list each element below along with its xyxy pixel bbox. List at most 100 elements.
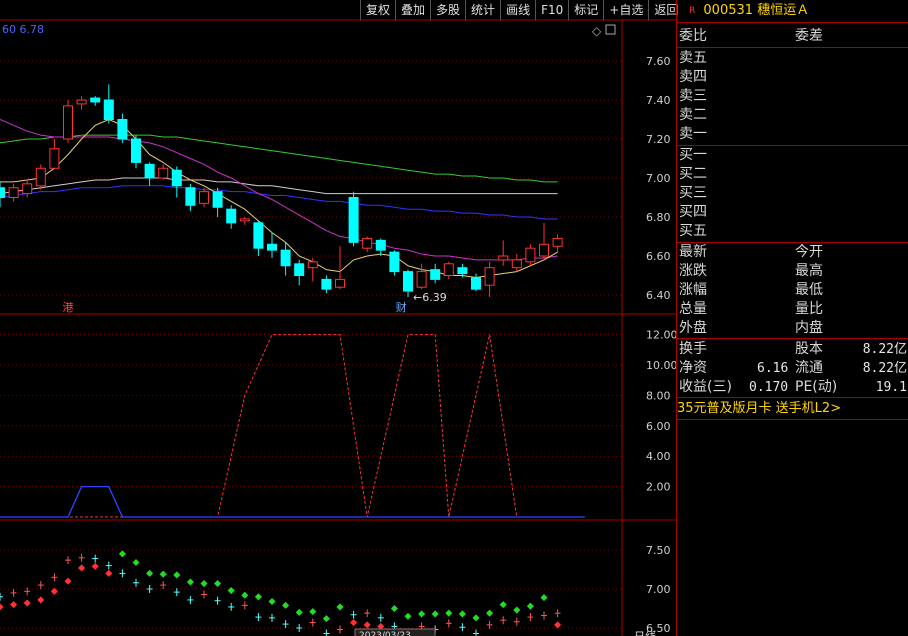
sar-dot <box>472 614 480 622</box>
add-watchlist-button[interactable]: +自选 <box>603 0 648 20</box>
sell-3-label: 卖三 <box>679 88 707 104</box>
divider <box>677 338 908 339</box>
capital-value: 8.22亿 <box>862 342 907 357</box>
ma-line-yellow <box>0 118 558 278</box>
open-label: 今开 <box>795 244 823 260</box>
inner-label: 内盘 <box>795 320 823 336</box>
duogu-button[interactable]: 多股 <box>430 0 465 20</box>
diamond-icon: ◇ <box>592 24 602 38</box>
sar-dot <box>336 603 344 611</box>
ma-line-white <box>0 177 558 195</box>
main-y-tick-label: 6.40 <box>646 289 671 302</box>
indicator-y-tick-label: 4.00 <box>646 450 671 463</box>
float-label: 流通 <box>795 360 823 376</box>
sar-dot <box>363 621 371 629</box>
promo-link[interactable]: 35元普及版月卡 送手机L2> <box>677 399 841 418</box>
candle-body <box>63 105 73 140</box>
sar-dot <box>0 603 4 611</box>
tongji-button[interactable]: 统计 <box>465 0 500 20</box>
volume-label: 总量 <box>679 301 707 317</box>
indicator-y-tick-label: 10.00 <box>646 359 676 372</box>
sar-dot <box>540 594 548 602</box>
sar-dot <box>499 601 507 609</box>
biaoji-button[interactable]: 标记 <box>568 0 603 20</box>
candle-body <box>280 249 291 267</box>
change-pct-label: 涨幅 <box>679 282 707 298</box>
candle-body <box>117 119 128 140</box>
candle-body <box>457 267 468 275</box>
sar-dot <box>37 596 45 604</box>
sar-dot <box>458 610 466 618</box>
ma-line-magenta <box>0 119 558 261</box>
candle-body <box>171 169 182 187</box>
pe-value: 19.1 <box>875 380 907 395</box>
net-assets-value: 6.16 <box>757 361 789 376</box>
pe-label: PE(动) <box>795 379 838 395</box>
high-label: 最高 <box>795 263 823 279</box>
stock-name: 穗恒运Ａ <box>757 3 810 18</box>
main-y-tick-label: 7.20 <box>646 133 671 146</box>
candle-body <box>525 247 536 263</box>
sar-dot <box>214 580 222 588</box>
buy-5-label: 买五 <box>679 223 707 239</box>
maximize-icon <box>605 24 616 35</box>
sar-dot <box>295 608 303 616</box>
sar-dot <box>159 570 167 578</box>
candle-body <box>103 99 114 120</box>
volume-ratio-label: 量比 <box>795 301 823 317</box>
buy-1-label: 买一 <box>679 147 707 163</box>
indicator-blue-line <box>0 485 585 518</box>
stock-code: 000531 <box>703 3 754 18</box>
ma-readout: 60 6.78 <box>2 23 44 36</box>
candle-body <box>389 251 400 273</box>
sar-dot <box>554 621 562 629</box>
chart-area[interactable]: 7.60 7.40 7.20 7.00 6.80 6.60 6.40 60 6.78 ◇ ←6.3… <box>0 0 676 636</box>
candle-body <box>321 278 332 290</box>
sar-dot <box>268 597 276 606</box>
candle-body <box>375 239 386 251</box>
indicator-y-tick-label: 6.00 <box>646 420 671 433</box>
sar-dot <box>526 602 534 610</box>
sar-dot <box>64 577 72 585</box>
huaxian-button[interactable]: 画线 <box>500 0 535 20</box>
earnings-value: 0.170 <box>749 380 789 395</box>
candle-body <box>185 187 196 206</box>
sar-dot <box>404 612 412 620</box>
candle-body <box>35 167 46 187</box>
candle-body <box>484 267 495 286</box>
main-y-tick-label: 6.80 <box>646 211 671 224</box>
sar-dot <box>146 569 154 577</box>
candle-body <box>403 271 413 292</box>
sar-dot <box>486 609 494 617</box>
sar-dot <box>186 578 194 586</box>
candle-body <box>8 187 19 198</box>
candle-body <box>76 99 87 105</box>
f10-button[interactable]: F10 <box>535 0 568 20</box>
event-marker-hk: 港 <box>63 301 74 314</box>
main-y-tick-label: 6.60 <box>646 250 671 263</box>
sar-dot <box>390 604 398 613</box>
sar-dot <box>23 599 31 607</box>
sar-dot <box>132 558 140 567</box>
candle-body <box>335 278 345 288</box>
sar-dot <box>350 619 358 627</box>
float-value: 8.22亿 <box>862 361 907 376</box>
candle-body <box>443 263 454 276</box>
candle-body <box>90 97 101 103</box>
candle-body <box>348 197 359 243</box>
sell-5-label: 卖五 <box>679 50 707 66</box>
diejia-button[interactable]: 叠加 <box>395 0 430 20</box>
fuquan-button[interactable]: 复权 <box>360 0 395 20</box>
candle-body <box>539 243 549 257</box>
turnover-label: 换手 <box>679 341 707 357</box>
sar-dot <box>91 562 99 570</box>
sar-dot <box>200 580 208 588</box>
divider <box>677 242 908 243</box>
sar-dot <box>309 608 317 616</box>
net-assets-label: 净资 <box>679 360 707 376</box>
sar-dot <box>254 593 262 601</box>
candle-body <box>253 222 264 249</box>
capital-label: 股本 <box>795 341 823 357</box>
sar-dot <box>173 571 181 579</box>
weicha-label: 委差 <box>795 28 823 44</box>
